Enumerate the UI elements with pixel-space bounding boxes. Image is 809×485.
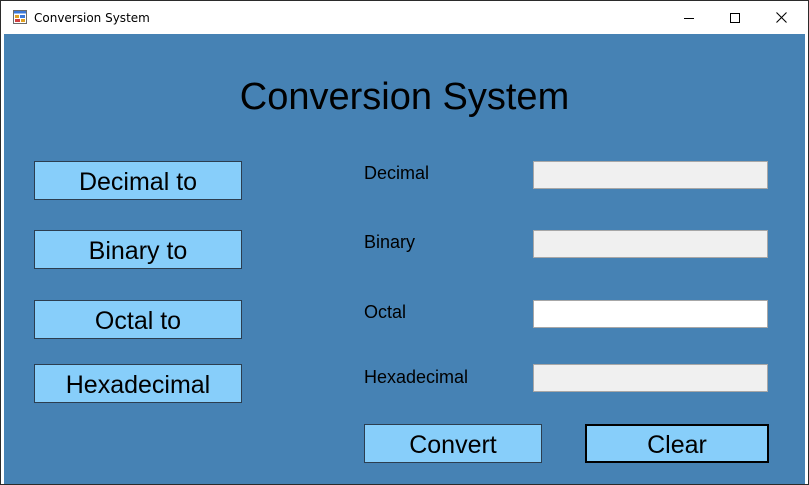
close-button[interactable] xyxy=(758,1,804,34)
binary-label: Binary xyxy=(364,232,416,252)
decimal-to-button[interactable]: Decimal to xyxy=(34,161,242,200)
decimal-field[interactable] xyxy=(533,161,768,189)
minimize-icon xyxy=(684,17,694,19)
app-window: Conversion System Conversion System Deci… xyxy=(0,0,809,485)
binary-to-button[interactable]: Binary to xyxy=(34,230,242,269)
title-bar[interactable]: Conversion System xyxy=(1,1,808,34)
convert-button[interactable]: Convert xyxy=(364,424,542,463)
maximize-icon xyxy=(730,12,740,23)
octal-to-button[interactable]: Octal to xyxy=(34,300,242,339)
clear-button[interactable]: Clear xyxy=(585,424,769,463)
maximize-button[interactable] xyxy=(712,1,758,34)
page-title: Conversion System xyxy=(239,76,570,118)
close-icon xyxy=(775,12,787,23)
binary-field[interactable] xyxy=(533,230,768,258)
window-title: Conversion System xyxy=(34,11,150,25)
app-window-icon xyxy=(13,10,27,24)
form-client-area: Conversion System Decimal to Binary to O… xyxy=(4,34,805,484)
octal-label: Octal xyxy=(364,302,407,322)
hexadecimal-field[interactable] xyxy=(533,364,768,392)
hexadecimal-label: Hexadecimal xyxy=(364,367,469,387)
hexadecimal-button[interactable]: Hexadecimal xyxy=(34,364,242,403)
decimal-label: Decimal xyxy=(364,163,430,183)
minimize-button[interactable] xyxy=(666,1,712,34)
octal-field[interactable] xyxy=(533,300,768,328)
